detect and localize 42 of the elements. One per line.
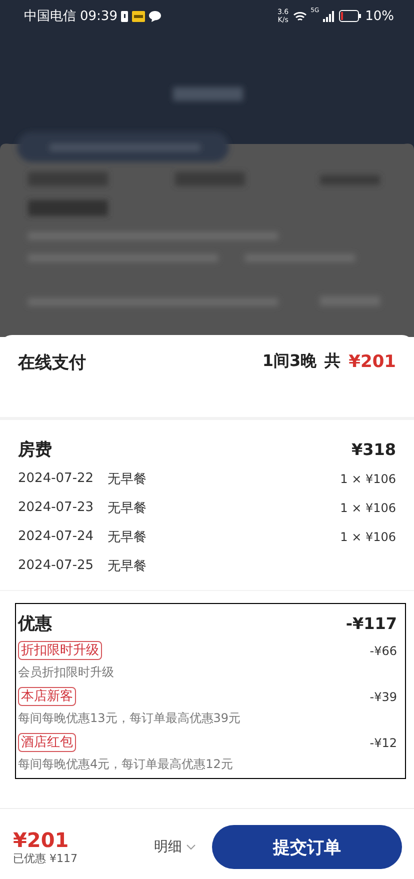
meal-plan: 无早餐: [108, 558, 147, 574]
night-date: 2024-07-24: [18, 529, 94, 544]
chevron-down-icon: [186, 844, 196, 850]
discount-tag: 本店新客: [18, 687, 76, 706]
room-fee-amount: ¥318: [351, 440, 396, 458]
clock-time: 09:39: [80, 8, 118, 24]
submit-order-button[interactable]: 提交订单: [212, 825, 402, 869]
carrier-name: 中国电信: [24, 8, 76, 25]
battery-saver-icon: [121, 10, 128, 22]
meal-plan: 无早餐: [108, 528, 147, 546]
discount-tag: 酒店红包: [18, 733, 76, 752]
discount-amount: -¥66: [370, 644, 397, 658]
discount-note: 每间每晚优惠13元，每订单最高优惠39元: [18, 710, 242, 727]
discount-note: 每间每晚优惠4元，每订单最高优惠12元: [18, 756, 234, 773]
night-date: 2024-07-25: [18, 558, 94, 573]
chat-bubble-icon: [149, 10, 162, 22]
battery-percent: 10%: [365, 8, 394, 24]
meal-plan: 无早餐: [108, 500, 147, 516]
discount-amount: -¥39: [370, 690, 397, 704]
section-title: 优惠: [18, 612, 52, 634]
discount-note: 会员折扣限时升级: [18, 664, 115, 681]
total-price: ¥201: [348, 352, 396, 372]
details-button[interactable]: 明细: [150, 834, 200, 860]
discount-total: -¥117: [346, 614, 397, 632]
night-price: 1 × ¥106: [340, 500, 396, 514]
stay-summary: 1间3晚: [262, 351, 317, 372]
battery-icon: [339, 10, 362, 22]
footer-price: ¥201: [13, 828, 70, 850]
sheet-title: 在线支付: [18, 352, 86, 374]
night-date: 2024-07-22: [18, 471, 94, 486]
discount-tag: 折扣限时升级: [18, 641, 102, 660]
night-price: 1 × ¥106: [340, 472, 396, 486]
saved-amount: 已优惠 ¥117: [13, 850, 78, 866]
night-price: 1 × ¥106: [340, 530, 396, 544]
discount-amount: -¥12: [370, 736, 397, 750]
wifi-icon: [292, 10, 307, 22]
section-title: 房费: [18, 438, 52, 460]
total-label: 共: [324, 351, 341, 372]
meal-plan: 无早餐: [108, 470, 147, 488]
night-date: 2024-07-23: [18, 500, 94, 515]
signal-icon: [323, 10, 336, 22]
app-notification-icon: [132, 10, 146, 22]
